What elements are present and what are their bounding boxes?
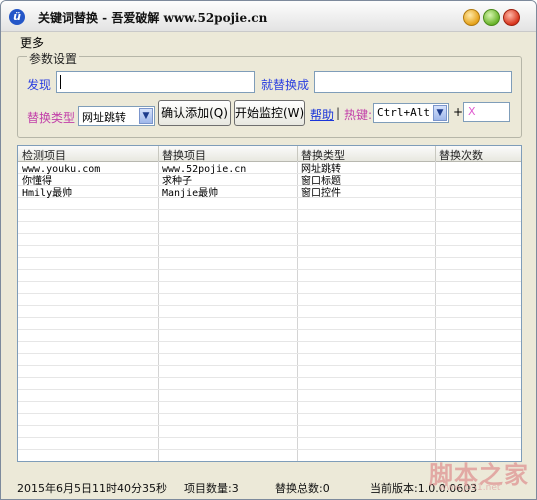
replace-label: 就替换成 [261,78,310,92]
detect-cell: Hmily最帅 [22,188,73,199]
grid-line [18,365,521,366]
window-title: 关键词替换 - 吾爱破解 www.52pojie.cn [38,11,268,25]
grid-line [18,269,521,270]
title-bar[interactable]: ü 关键词替换 - 吾爱破解 www.52pojie.cn [1,1,536,32]
grid-line [18,353,521,354]
grid-line [435,161,436,461]
text-caret [60,75,61,89]
grid-line [18,413,521,414]
type-cell: 窗口控件 [301,188,341,199]
close-icon[interactable] [503,9,520,26]
hotkey-modifier-value: Ctrl+Alt [377,106,430,119]
detect-cell: 你懂得 [22,176,52,187]
table-row[interactable]: Hmily最帅 Manjie最帅 窗口控件 [18,188,521,200]
replace-cell: www.52pojie.cn [162,164,247,175]
app-icon: ü [9,9,25,25]
hotkey-key-value: X [468,105,476,118]
grid-line [18,449,521,450]
replace-list[interactable]: 检测项目 替换项目 替换类型 替换次数 www.youku.com www.52… [17,145,522,462]
dropdown-arrow-icon[interactable]: ▼ [433,105,447,121]
hotkey-key-input[interactable]: X [463,102,510,122]
grid-line [18,281,521,282]
grid-line [18,233,521,234]
find-input[interactable] [56,71,255,93]
column-header[interactable]: 替换项目 [162,147,206,163]
start-monitor-button[interactable]: 开始监控(W) [234,100,305,126]
hotkey-label: 热键: [344,108,373,122]
grid-line [18,305,521,306]
table-row[interactable]: 你懂得 求种子 窗口标题 [18,176,521,188]
grid-line [18,245,521,246]
find-label: 发现 [27,78,52,92]
menu-bar: 更多 [1,32,536,50]
watermark-url: www.jb51.net [439,483,501,493]
grid-line [18,401,521,402]
grid-line [297,161,298,461]
grid-line [18,437,521,438]
grid-line [18,257,521,258]
type-select-value: 网址跳转 [82,111,126,124]
status-replace-total: 替换总数:0 [275,482,330,495]
grid-line [18,329,521,330]
grid-line [18,341,521,342]
grid-line [18,293,521,294]
separator: | [336,106,341,120]
replace-input[interactable] [314,71,512,93]
menu-more[interactable]: 更多 [20,34,44,51]
grid-line [18,377,521,378]
status-datetime: 2015年6月5日11时40分35秒 [17,482,167,495]
table-row[interactable]: www.youku.com www.52pojie.cn 网址跳转 [18,164,521,176]
type-select[interactable]: 网址跳转 ▼ [78,106,155,126]
column-divider[interactable] [158,146,159,161]
column-header[interactable]: 检测项目 [22,147,66,163]
column-divider[interactable] [435,146,436,161]
grid-line [158,161,159,461]
confirm-add-button[interactable]: 确认添加(Q) [158,100,231,126]
help-link[interactable]: 帮助 [310,106,334,123]
detect-cell: www.youku.com [22,164,101,175]
grid-line [18,317,521,318]
column-header[interactable]: 替换类型 [301,147,345,163]
list-header: 检测项目 替换项目 替换类型 替换次数 [18,146,521,162]
params-group-title: 参数设置 [27,50,80,67]
column-header[interactable]: 替换次数 [439,147,483,163]
minimize-icon[interactable] [463,9,480,26]
column-divider[interactable] [297,146,298,161]
grid-line [18,425,521,426]
replace-cell: Manjie最帅 [162,188,219,199]
app-window: ü 关键词替换 - 吾爱破解 www.52pojie.cn 更多 参数设置 发现… [0,0,537,500]
grid-line [18,209,521,210]
replace-cell: 求种子 [162,176,192,187]
plus-sign: + [453,105,464,119]
status-item-count: 项目数量:3 [184,482,239,495]
type-cell: 网址跳转 [301,164,341,175]
type-cell: 窗口标题 [301,176,341,187]
type-label: 替换类型 [27,111,76,125]
grid-line [18,389,521,390]
hotkey-modifier-select[interactable]: Ctrl+Alt ▼ [373,103,449,123]
maximize-icon[interactable] [483,9,500,26]
dropdown-arrow-icon[interactable]: ▼ [139,108,153,124]
grid-line [18,221,521,222]
